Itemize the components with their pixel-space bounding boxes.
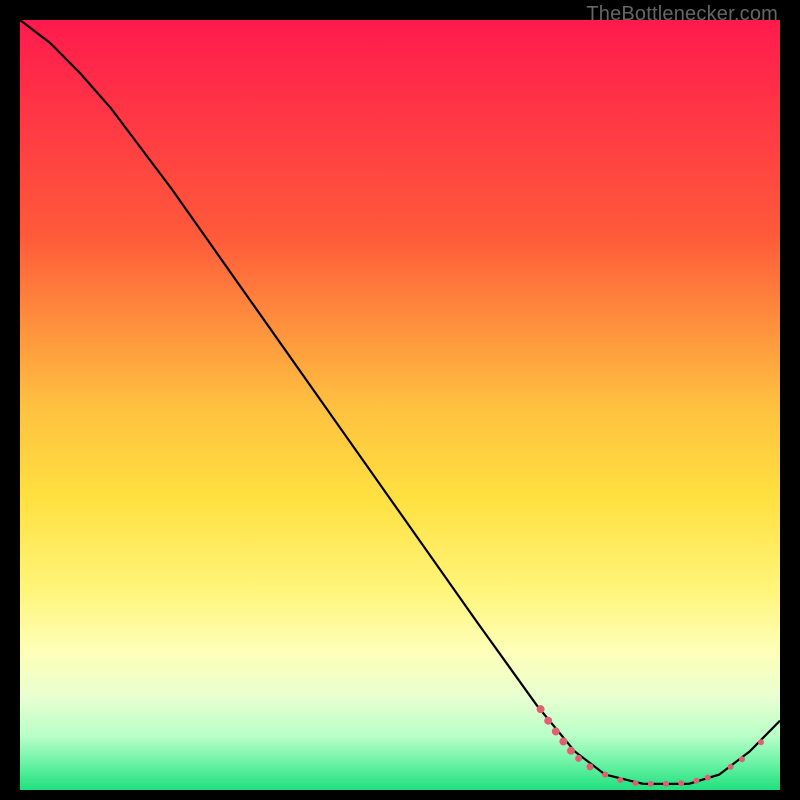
data-marker (678, 780, 684, 786)
chart-container: TheBottlenecker.com (0, 0, 800, 800)
data-marker (705, 775, 711, 781)
data-marker (728, 764, 734, 770)
data-marker (587, 763, 594, 770)
data-marker (617, 777, 623, 783)
data-marker (567, 747, 575, 755)
data-marker (758, 739, 764, 745)
chart-curve (20, 20, 780, 784)
data-marker (663, 781, 669, 787)
curve-overlay (20, 20, 780, 790)
data-marker (648, 781, 654, 787)
data-marker (575, 755, 582, 762)
data-marker (552, 727, 560, 735)
data-marker (602, 772, 608, 778)
data-marker (739, 756, 745, 762)
watermark-text: TheBottlenecker.com (586, 3, 778, 26)
data-marker (693, 778, 699, 784)
plot-area (20, 20, 780, 790)
data-marker (544, 717, 552, 725)
data-marker (559, 737, 567, 745)
data-marker (633, 780, 639, 786)
data-marker (537, 705, 545, 713)
